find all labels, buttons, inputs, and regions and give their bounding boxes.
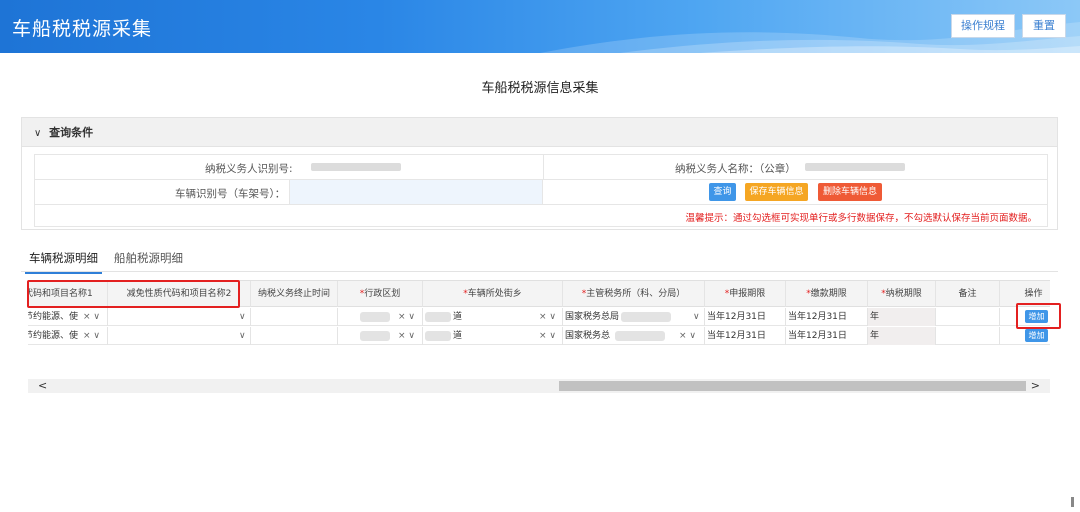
- query-panel: ∨ 查询条件 纳税义务人识别号: 纳税义务人名称：（公章） 车辆识别号（车架号）…: [21, 117, 1058, 230]
- admin-region-select[interactable]: × ∨: [338, 308, 423, 326]
- header-wave-decoration: [540, 22, 1080, 53]
- tab-vehicle-detail[interactable]: 车辆税源明细: [25, 250, 102, 274]
- vertical-scroll-indicator: [1071, 497, 1074, 507]
- chevron-down-icon[interactable]: ∨: [34, 119, 41, 148]
- taxpayer-id-value: [311, 163, 401, 171]
- operation-rules-button[interactable]: 操作规程: [951, 14, 1015, 38]
- detail-tabs: 车辆税源明细 船舶税源明细: [21, 243, 1058, 274]
- tab-vessel-detail[interactable]: 船舶税源明细: [114, 250, 183, 266]
- column-header: *缴款期限: [786, 281, 868, 307]
- column-header: *行政区划: [338, 281, 423, 307]
- remark-input[interactable]: [936, 327, 1000, 345]
- search-button[interactable]: 查询: [709, 183, 736, 201]
- column-header: *纳税期限: [868, 281, 936, 307]
- reduction-code-1-select[interactable]: 节约能源、使 × ∨: [28, 327, 108, 345]
- reduction-code-2-select[interactable]: ∨: [108, 327, 251, 345]
- reduction-code-2-select[interactable]: ∨: [108, 308, 251, 326]
- query-row-taxpayer: 纳税义务人识别号: 纳税义务人名称：（公章）: [34, 154, 1048, 180]
- table-header: 代码和项目名称1 减免性质代码和项目名称2 纳税义务终止时间 *行政区划 *车辆…: [28, 280, 1050, 307]
- scroll-right-icon[interactable]: >: [1031, 379, 1040, 393]
- table-row: 节约能源、使 × ∨ ∨ × ∨ 道 × ∨ 国家税务总局 ∨ 当年12月31日 当年…: [28, 308, 1050, 326]
- vin-label: 车辆识别号（车架号）：: [175, 188, 286, 200]
- app-header: 车船税税源采集 操作规程 重置: [0, 0, 1080, 53]
- add-row-button[interactable]: 增加: [1025, 310, 1048, 323]
- payment-deadline-cell: 当年12月31日: [786, 308, 868, 326]
- tax-office-select[interactable]: 国家税务总 × ∨: [563, 327, 705, 345]
- taxpayer-name-label: 纳税义务人名称：（公章）: [675, 163, 796, 175]
- query-panel-header[interactable]: ∨ 查询条件: [22, 118, 1057, 147]
- declare-deadline-cell: 当年12月31日: [705, 327, 786, 345]
- reset-button[interactable]: 重置: [1022, 14, 1066, 38]
- save-vehicle-button[interactable]: 保存车辆信息: [745, 183, 808, 201]
- column-header: *主管税务所（科、分局）: [563, 281, 705, 307]
- horizontal-scrollbar[interactable]: < >: [28, 379, 1050, 393]
- tax-office-select[interactable]: 国家税务总局 ∨: [563, 308, 705, 326]
- action-cell: 增加: [1000, 308, 1050, 326]
- column-header: 纳税义务终止时间: [251, 281, 338, 307]
- column-header: 代码和项目名称1: [28, 281, 108, 307]
- payment-deadline-cell: 当年12月31日: [786, 327, 868, 345]
- page-title: 车船税税源信息采集: [481, 81, 599, 96]
- taxpayer-id-label: 纳税义务人识别号:: [205, 163, 293, 175]
- taxpayer-name-value: [805, 163, 905, 171]
- scrollbar-thumb[interactable]: [559, 381, 1026, 391]
- scroll-left-icon[interactable]: <: [38, 379, 47, 393]
- tax-period-cell: 年: [868, 308, 936, 326]
- admin-region-select[interactable]: × ∨: [338, 327, 423, 345]
- termination-time-input[interactable]: [251, 327, 338, 345]
- column-header: 操作: [1000, 281, 1050, 307]
- declare-deadline-cell: 当年12月31日: [705, 308, 786, 326]
- tax-period-cell: 年: [868, 327, 936, 345]
- column-header: *申报期限: [705, 281, 786, 307]
- action-cell: 增加: [1000, 327, 1050, 345]
- street-select[interactable]: 道 × ∨: [423, 308, 563, 326]
- vin-input[interactable]: [289, 180, 543, 204]
- termination-time-input[interactable]: [251, 308, 338, 326]
- column-header: 备注: [936, 281, 1000, 307]
- query-row-vin: 车辆识别号（车架号）： 查询 保存车辆信息 删除车辆信息: [34, 179, 1048, 205]
- query-section-title: 查询条件: [49, 126, 94, 139]
- remark-input[interactable]: [936, 308, 1000, 326]
- warm-tip: 温馨提示：通过勾选框可实现单行或多行数据保存，不勾选默认保存当前页面数据。: [685, 213, 1037, 224]
- query-row-tip: 温馨提示：通过勾选框可实现单行或多行数据保存，不勾选默认保存当前页面数据。: [34, 204, 1048, 227]
- table-row: 节约能源、使 × ∨ ∨ × ∨ 道 × ∨ 国家税务总 × ∨ 当年12月31日 当…: [28, 327, 1050, 345]
- column-header: 减免性质代码和项目名称2: [108, 281, 251, 307]
- add-row-button[interactable]: 增加: [1025, 329, 1048, 342]
- column-header: *车辆所处街乡: [423, 281, 563, 307]
- delete-vehicle-button[interactable]: 删除车辆信息: [818, 183, 882, 201]
- street-select[interactable]: 道 × ∨: [423, 327, 563, 345]
- app-title: 车船税税源采集: [12, 18, 153, 40]
- reduction-code-1-select[interactable]: 节约能源、使 × ∨: [28, 308, 108, 326]
